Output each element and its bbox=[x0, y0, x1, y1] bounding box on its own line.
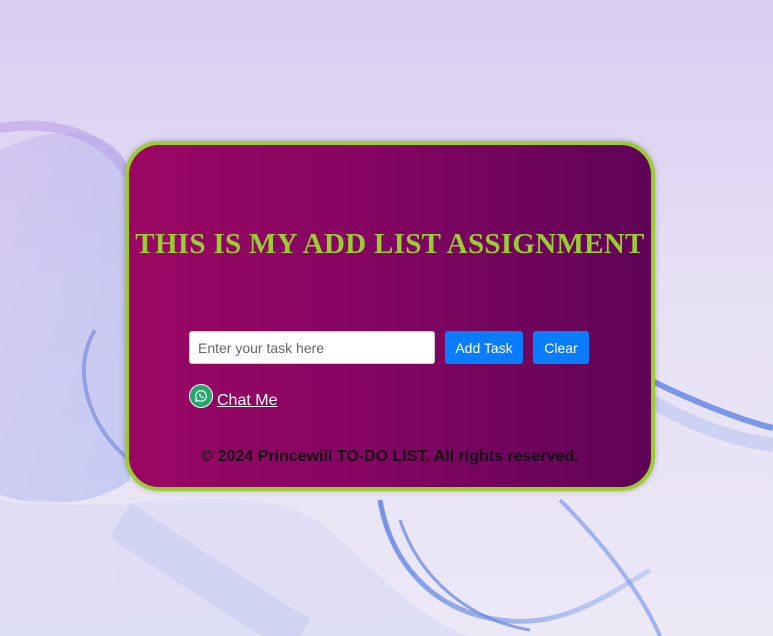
add-task-button[interactable]: Add Task bbox=[445, 331, 523, 364]
copyright-footer: © 2024 Princewill TO-DO LIST. All rights… bbox=[201, 448, 579, 465]
clear-button[interactable]: Clear bbox=[533, 331, 589, 364]
whatsapp-icon bbox=[189, 384, 213, 408]
chat-me-label: Chat Me bbox=[217, 392, 278, 409]
chat-me-link[interactable]: Chat Me bbox=[189, 384, 277, 410]
page-title: THIS IS MY ADD LIST ASSIGNMENT bbox=[135, 228, 645, 260]
task-input[interactable] bbox=[189, 331, 435, 364]
todo-card: THIS IS MY ADD LIST ASSIGNMENT Add Task … bbox=[125, 141, 655, 491]
